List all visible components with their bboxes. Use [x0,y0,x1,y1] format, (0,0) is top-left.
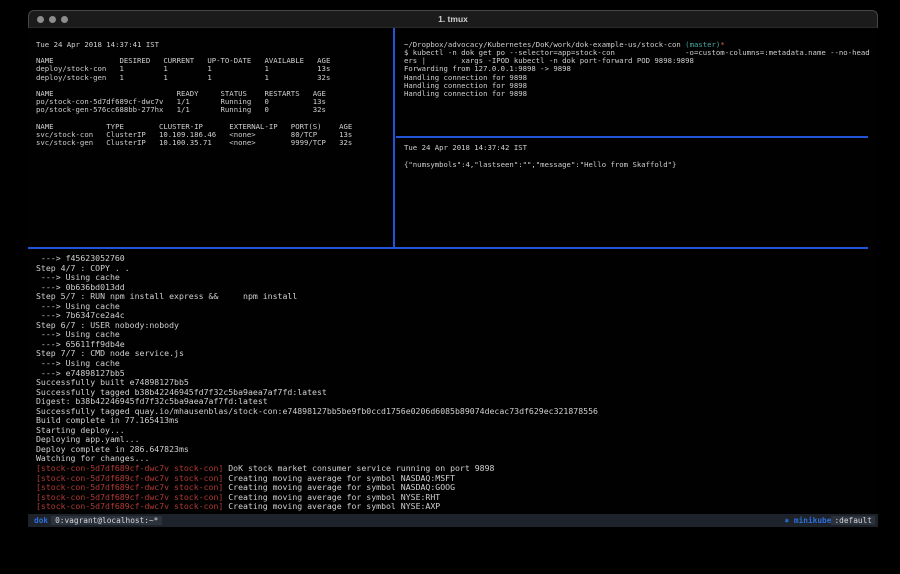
pane-skaffold-log[interactable]: ---> f45623052760Step 4/7 : COPY . . ---… [28,249,878,514]
kube-namespace: :default [831,516,875,525]
terminal-line: Step 5/7 : RUN npm install express && np… [36,292,878,302]
terminal-line: Starting deploy... [36,426,878,436]
kube-context: minikube [789,516,831,525]
terminal-line: Tue 24 Apr 2018 14:37:41 IST [36,41,394,49]
terminal-line: Build complete in 77.165413ms [36,416,878,426]
window-title: 1. tmux [29,14,877,24]
terminal-line: ---> Using cache [36,273,878,283]
pane-port-forward[interactable]: ~/Dropbox/advocacy/Kubernetes/DoK/work/d… [396,28,878,136]
terminal-line: {"numsymbols":4,"lastseen":"","message":… [404,161,878,169]
terminal-line: [stock-con-5d7df689cf-dwc7v stock-con] C… [36,502,878,512]
pane-divider-vertical[interactable] [393,28,395,247]
terminal-line: ---> Using cache [36,359,878,369]
terminal-line: ---> Using cache [36,330,878,340]
pane-service-response[interactable]: Tue 24 Apr 2018 14:37:42 IST {"numsymbol… [396,138,878,247]
minimize-button[interactable] [49,16,56,23]
window-titlebar: 1. tmux [28,10,878,28]
tmux-window-item[interactable]: 0:vagrant@localhost:~* [51,516,162,525]
terminal-line: Handling connection for 9898 [404,90,878,98]
terminal-line: po/stock-gen-576cc688bb-277hx 1/1 Runnin… [36,106,394,114]
tmux-session-name: dok [31,516,51,525]
terminal-line: Step 4/7 : COPY . . [36,264,878,274]
terminal-line: ---> Using cache [36,302,878,312]
terminal-line: Step 6/7 : USER nobody:nobody [36,321,878,331]
terminal-line: svc/stock-gen ClusterIP 10.100.35.71 <no… [36,139,394,147]
close-button[interactable] [37,16,44,23]
tmux-session: Tue 24 Apr 2018 14:37:41 IST NAME DESIRE… [28,28,878,514]
terminal-line: Step 7/7 : CMD node service.js [36,349,878,359]
tmux-status-bar: dok 0:vagrant@localhost:~* ⎈ minikube :d… [28,514,878,527]
terminal-line: Deploy complete in 286.647823ms [36,445,878,455]
pane-kubectl-overview[interactable]: Tue 24 Apr 2018 14:37:41 IST NAME DESIRE… [28,28,394,247]
terminal-line: ---> f45623052760 [36,254,878,264]
terminal-line: Tue 24 Apr 2018 14:37:42 IST [404,144,878,152]
zoom-button[interactable] [61,16,68,23]
terminal-line: deploy/stock-gen 1 1 1 1 32s [36,74,394,82]
terminal-window: 1. tmux Tue 24 Apr 2018 14:37:41 IST NAM… [28,10,878,528]
